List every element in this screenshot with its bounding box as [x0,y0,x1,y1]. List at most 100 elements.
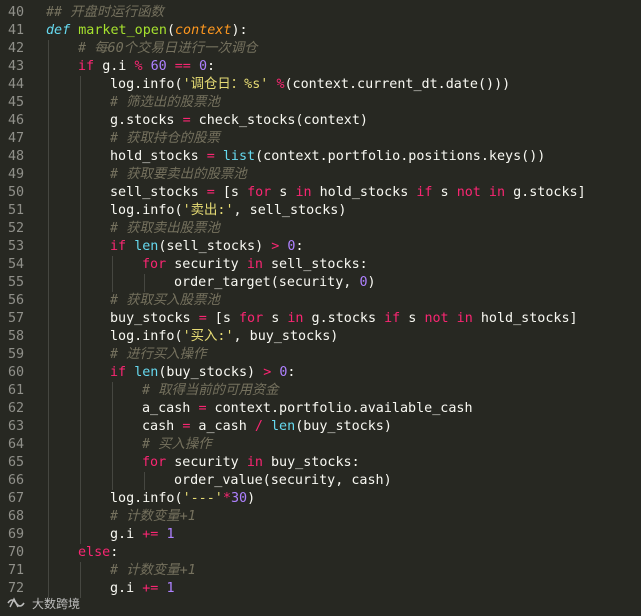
code-text: g.i += 1 [110,580,175,598]
code-token-param: context [175,23,232,38]
code-text: # 计数变量+1 [110,562,196,580]
code-token-cm: # 进行买入操作 [110,347,207,362]
code-token-op: = [206,149,215,164]
code-token-plain: ) [247,491,256,506]
code-line[interactable]: 64 # 买入操作 [0,436,641,454]
code-token-plain: ): [231,23,248,38]
code-text: g.i += 1 [110,526,175,544]
code-line[interactable]: 62 a_cash = context.portfolio.available_c… [0,400,641,418]
code-token-bi: list [222,149,256,164]
code-text: # 计数变量+1 [110,508,196,526]
code-token-kw: if [78,59,103,74]
line-number: 69 [8,527,25,542]
line-number: 54 [8,257,25,272]
code-line[interactable]: 52 # 获取卖出股票池 [0,220,641,238]
code-token-plain: sell_stocks: [262,257,368,272]
code-token-plain: g.stocks [303,311,385,326]
line-number: 63 [8,419,25,434]
code-text: # 买入操作 [142,436,212,454]
line-number: 50 [8,185,25,200]
line-number: 61 [8,383,25,398]
line-number: 66 [8,473,25,488]
code-line[interactable]: 50 sell_stocks = [s for s in hold_stocks … [0,184,641,202]
code-token-plain: s [271,185,296,200]
line-number: 41 [8,23,25,38]
line-number: 72 [8,581,25,596]
code-token-op: / [254,419,263,434]
code-line[interactable]: 66 order_value(security, cash) [0,472,641,490]
code-line[interactable]: 57 buy_stocks = [s for s in g.stocks if s… [0,310,641,328]
code-editor[interactable]: 大数跨境 40 ## 开盘时运行函数 41 def market_open(conte… [0,0,641,616]
code-line[interactable]: 67 log.info('---'*30) [0,490,641,508]
code-text: order_value(security, cash) [174,472,392,490]
code-token-kw: for [239,311,264,326]
code-token-plain: log.info( [110,491,183,506]
code-token-plain: (context.portfolio.positions.keys()) [255,149,546,164]
code-token-cm: ## 开盘时运行函数 [46,5,164,20]
code-line[interactable]: 60 if len(buy_stocks) > 0: [0,364,641,382]
code-token-plain: ) [367,275,376,290]
code-token-kw: not in [424,311,473,326]
code-line[interactable]: 41 def market_open(context): [0,22,641,40]
code-token-num: 1 [166,581,175,596]
code-line[interactable]: 65 for security in buy_stocks: [0,454,641,472]
code-token-kw: in [287,311,304,326]
code-token-kw: in [295,185,312,200]
code-line[interactable]: 63 cash = a_cash / len(buy_stocks) [0,418,641,436]
code-token-plain: a_cash [190,419,255,434]
code-line[interactable]: 56 # 获取买入股票池 [0,292,641,310]
code-text: # 获取卖出股票池 [110,220,220,238]
code-line[interactable]: 51 log.info('卖出:', sell_stocks) [0,202,641,220]
code-token-fn: market_open [78,23,167,38]
code-token-str: '卖出:' [182,203,234,218]
code-line[interactable]: 55 order_target(security, 0) [0,274,641,292]
code-token-plain: order_target(security, [174,275,360,290]
code-line[interactable]: 40 ## 开盘时运行函数 [0,4,641,22]
code-token-plain: buy_stocks: [262,455,360,470]
code-token-plain: hold_stocks [311,185,417,200]
line-number: 67 [8,491,25,506]
line-number: 43 [8,59,25,74]
code-line[interactable]: 46 g.stocks = check_stocks(context) [0,112,641,130]
code-token-kw: for [247,185,272,200]
code-token-plain: check_stocks(context) [190,113,368,128]
code-token-cm: # 计数变量+1 [110,563,196,578]
code-text: a_cash = context.portfolio.available_cas… [142,400,473,418]
code-line[interactable]: 49 # 获取要卖出的股票池 [0,166,641,184]
code-line[interactable]: 69 g.i += 1 [0,526,641,544]
code-token-plain: g.stocks [110,113,183,128]
line-number: 70 [8,545,25,560]
code-token-kw: if [110,365,135,380]
code-token-cm: # 获取要卖出的股票池 [110,167,247,182]
code-line[interactable]: 45 # 筛选出的股票池 [0,94,641,112]
code-line[interactable]: 43 if g.i % 60 == 0: [0,58,641,76]
line-number: 46 [8,113,25,128]
code-line[interactable]: 68 # 计数变量+1 [0,508,641,526]
code-line[interactable]: 53 if len(sell_stocks) > 0: [0,238,641,256]
line-number: 40 [8,5,25,20]
code-token-plain: a_cash [142,401,199,416]
code-token-kw: for [142,257,167,272]
code-line[interactable]: 71 # 计数变量+1 [0,562,641,580]
code-line[interactable]: 70 else: [0,544,641,562]
code-token-plain: (sell_stocks) [158,239,272,254]
code-line[interactable]: 61 # 取得当前的可用资金 [0,382,641,400]
code-token-kw: if [416,185,433,200]
code-line[interactable]: 54 for security in sell_stocks: [0,256,641,274]
code-text: log.info('调仓日：%s' %(context.current_dt.d… [110,76,510,94]
code-line[interactable]: 72 g.i += 1 [0,580,641,598]
code-token-plain: security [166,455,247,470]
code-line[interactable]: 48 hold_stocks = list(context.portfolio.p… [0,148,641,166]
code-line[interactable]: 58 log.info('买入:', buy_stocks) [0,328,641,346]
code-text: if len(sell_stocks) > 0: [110,238,304,256]
code-token-plain: g.i [110,527,143,542]
code-token-num: 60 [150,59,167,74]
code-line[interactable]: 59 # 进行买入操作 [0,346,641,364]
code-line[interactable]: 47 # 获取持仓的股票 [0,130,641,148]
code-line[interactable]: 42 # 每60个交易日进行一次调仓 [0,40,641,58]
code-token-num: 1 [166,527,175,542]
code-token-plain: (context.current_dt.date())) [284,77,511,92]
code-line[interactable]: 44 log.info('调仓日：%s' %(context.current_dt… [0,76,641,94]
line-number: 45 [8,95,25,110]
